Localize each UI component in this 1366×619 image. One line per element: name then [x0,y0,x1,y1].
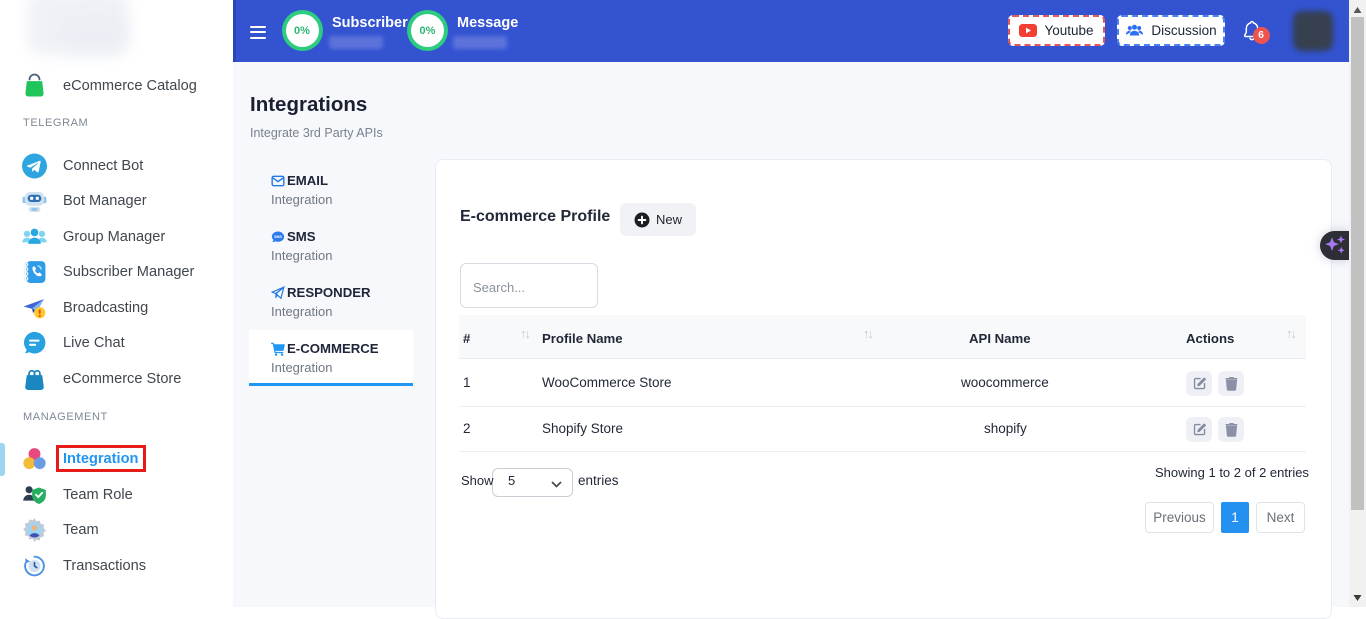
svg-text:SMS: SMS [274,235,282,239]
